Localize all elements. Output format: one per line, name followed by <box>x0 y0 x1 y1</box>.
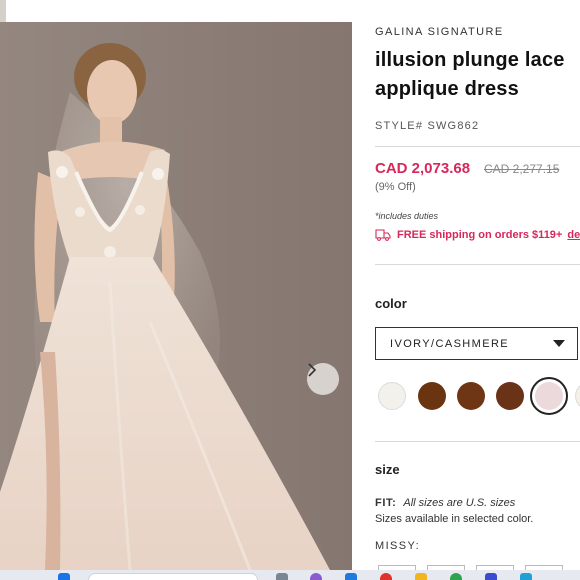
task-view-icon[interactable] <box>276 573 288 580</box>
shipping-details-link[interactable]: details <box>567 229 580 241</box>
original-price: CAD 2,277.15 <box>484 162 560 176</box>
size-availability-note: Sizes available in selected color. <box>375 513 534 525</box>
color-selected-value: IVORY/CASHMERE <box>390 337 510 350</box>
app-icon[interactable] <box>520 573 532 580</box>
product-info: GALINA SIGNATURE illusion plunge lace ap… <box>375 0 580 570</box>
swatch-brown-2[interactable] <box>457 382 485 410</box>
swatch-brown-1[interactable] <box>418 382 446 410</box>
dress-photo <box>0 22 352 570</box>
divider <box>375 264 580 265</box>
start-icon[interactable] <box>58 573 70 580</box>
edge-icon[interactable] <box>345 573 357 580</box>
whatsapp-icon[interactable] <box>450 573 462 580</box>
style-number: STYLE# SWG862 <box>375 120 479 132</box>
taskbar-search[interactable] <box>88 573 258 580</box>
shipping-promo: FREE shipping on orders $119+ details <box>375 228 580 241</box>
fit-value: All sizes are U.S. sizes <box>403 497 516 509</box>
truck-icon <box>375 229 391 241</box>
swatch-ivory-cashmere-selected[interactable] <box>530 377 568 415</box>
divider <box>375 441 580 442</box>
product-image <box>0 22 352 570</box>
chevron-right-icon <box>308 363 317 377</box>
size-group-label: MISSY: <box>375 540 421 552</box>
folder-icon[interactable] <box>415 573 427 580</box>
fit-label: FIT: <box>375 497 397 509</box>
swatch-partial[interactable] <box>575 382 580 410</box>
fit-info: FIT: All sizes are U.S. sizes <box>375 497 515 509</box>
size-heading: size <box>375 462 400 477</box>
os-taskbar <box>0 570 580 580</box>
app-icon[interactable] <box>310 573 322 580</box>
duties-note: *includes duties <box>375 211 439 221</box>
shipping-text: FREE shipping on orders $119+ <box>397 228 563 241</box>
swatch-brown-3[interactable] <box>496 382 524 410</box>
style-label: STYLE# <box>375 120 424 132</box>
swatch-fill <box>535 382 563 410</box>
next-image-button[interactable] <box>307 363 339 395</box>
swatch-ivory[interactable] <box>378 382 406 410</box>
color-dropdown[interactable]: IVORY/CASHMERE <box>375 327 578 360</box>
app-icon[interactable] <box>485 573 497 580</box>
discount-percent: (9% Off) <box>375 181 416 193</box>
style-value: SWG862 <box>427 120 480 132</box>
color-heading: color <box>375 296 407 311</box>
chrome-icon[interactable] <box>380 573 392 580</box>
product-title: illusion plunge lace applique dress <box>375 49 565 100</box>
sale-price: CAD 2,073.68 <box>375 160 471 177</box>
caret-down-icon <box>553 340 565 347</box>
brand-name[interactable]: GALINA SIGNATURE <box>375 26 504 38</box>
divider <box>375 146 580 147</box>
